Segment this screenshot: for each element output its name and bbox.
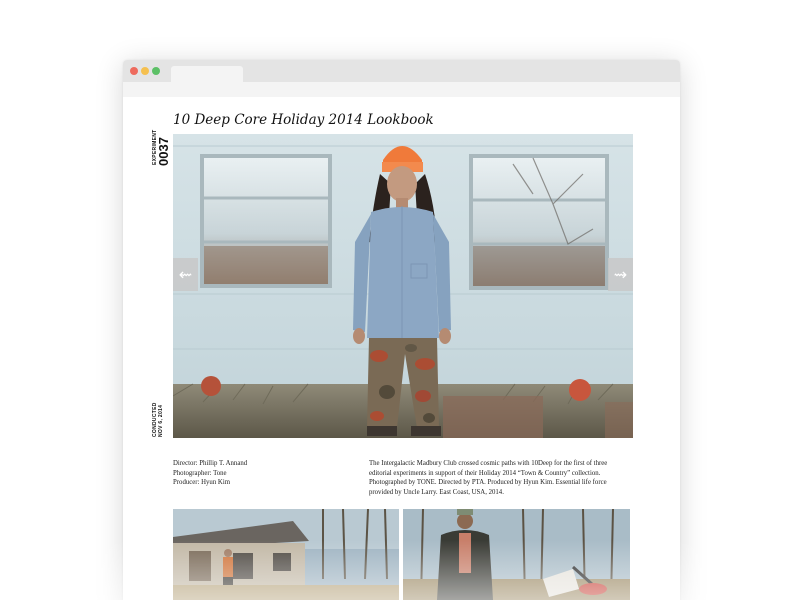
- address-bar[interactable]: [123, 82, 680, 97]
- experiment-number: 0037: [156, 137, 171, 166]
- maximize-window-button[interactable]: [152, 67, 160, 75]
- gallery-thumbnail[interactable]: [173, 509, 399, 600]
- page-title: 10 Deep Core Holiday 2014 Lookbook: [173, 112, 434, 128]
- minimize-window-button[interactable]: [141, 67, 149, 75]
- credit-producer: Producer: Hyun Kim: [173, 479, 231, 486]
- close-window-button[interactable]: [130, 67, 138, 75]
- hero-photo: [173, 134, 633, 438]
- prev-slide-button[interactable]: ⇜: [173, 258, 198, 291]
- credit-photographer: Photographer: Tone: [173, 469, 227, 477]
- browser-tab[interactable]: [171, 66, 243, 82]
- description: The Intergalactic Madbury Club crossed c…: [369, 460, 608, 496]
- credit-director: Director: Phillip T. Annand: [173, 460, 248, 467]
- credits: Director: Phillip T. Annand Photographer…: [173, 459, 353, 488]
- browser-toolbar: [123, 60, 680, 97]
- arrow-right-icon: ⇝: [613, 265, 628, 284]
- gallery-thumbnail[interactable]: [403, 509, 630, 600]
- conducted-date: NOV 6, 2014: [158, 404, 164, 437]
- arrow-left-icon: ⇜: [178, 265, 193, 284]
- next-slide-button[interactable]: ⇝: [608, 258, 633, 291]
